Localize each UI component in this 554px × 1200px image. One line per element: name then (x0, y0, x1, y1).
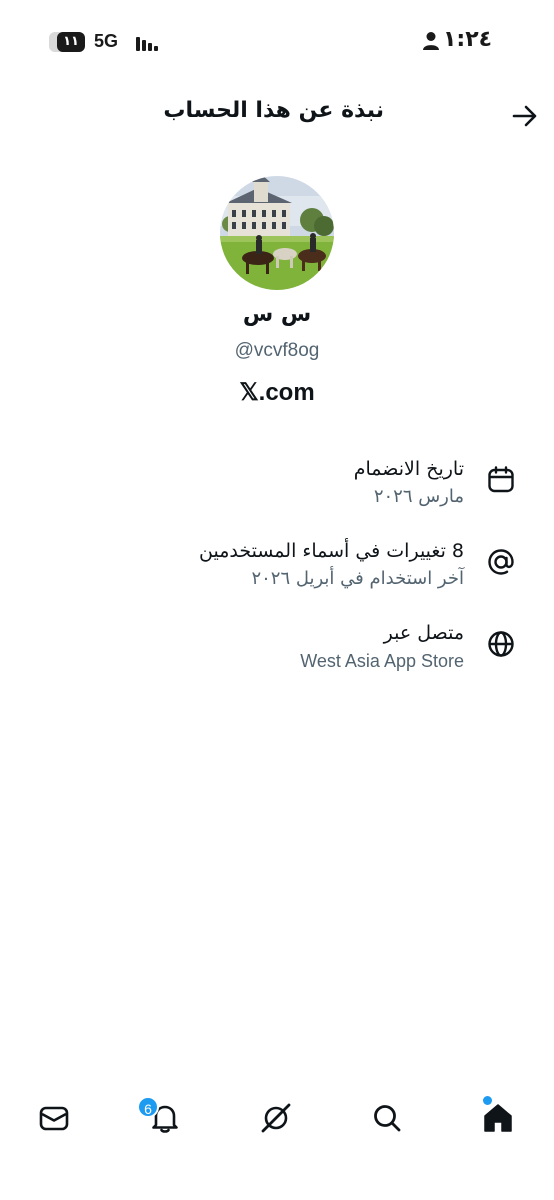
status-bar: ١١ 5G ١:٢٤ (0, 0, 554, 84)
back-arrow-icon[interactable] (510, 101, 540, 131)
search-icon[interactable] (370, 1101, 404, 1135)
joined-label: تاريخ الانضمام (353, 458, 464, 480)
battery-icon: ١١ (49, 32, 85, 52)
header: نبذة عن هذا الحساب (0, 84, 554, 144)
avatar[interactable] (220, 176, 334, 290)
calendar-icon (488, 466, 514, 493)
globe-icon (488, 631, 514, 657)
page-title: نبذة عن هذا الحساب (163, 98, 384, 123)
info-row-connected-via: متصل عبر West Asia App Store (0, 619, 554, 689)
bottom-nav (0, 1084, 554, 1154)
signal-strength-icon (136, 37, 158, 51)
info-row-joined: تاريخ الانضمام مارس ٢٠٢٦ (0, 455, 554, 525)
connected-via-label: متصل عبر (383, 622, 464, 644)
network-type: 5G (94, 31, 119, 51)
status-time: ١:٢٤ (443, 27, 493, 52)
joined-date: مارس ٢٠٢٦ (373, 486, 464, 507)
home-unread-dot (483, 1096, 492, 1105)
notifications-badge: 6 (137, 1096, 159, 1118)
username: @vcvf8og (234, 340, 320, 361)
home-icon[interactable] (481, 1101, 515, 1135)
display-name: س س (242, 302, 312, 327)
about-account-screen: ١١ 5G ١:٢٤ نبذة عن هذا الحساب س س @vcvf8… (0, 0, 554, 1200)
person-icon (423, 32, 439, 50)
battery-level: ١١ (57, 32, 85, 52)
username-changes-last-used: آخر استخدام في أبريل ٢٠٢٦ (251, 568, 464, 589)
website-link[interactable]: 𝕏.com (0, 378, 554, 407)
grok-icon[interactable] (259, 1101, 293, 1135)
connected-via-store: West Asia App Store (300, 651, 464, 671)
avatar-image (220, 176, 334, 290)
at-sign-icon (488, 549, 514, 575)
info-row-username-changes: 8 تغييرات في أسماء المستخدمين آخر استخدا… (0, 537, 554, 607)
messages-icon[interactable] (37, 1101, 71, 1135)
username-changes-label: 8 تغييرات في أسماء المستخدمين (199, 540, 464, 562)
